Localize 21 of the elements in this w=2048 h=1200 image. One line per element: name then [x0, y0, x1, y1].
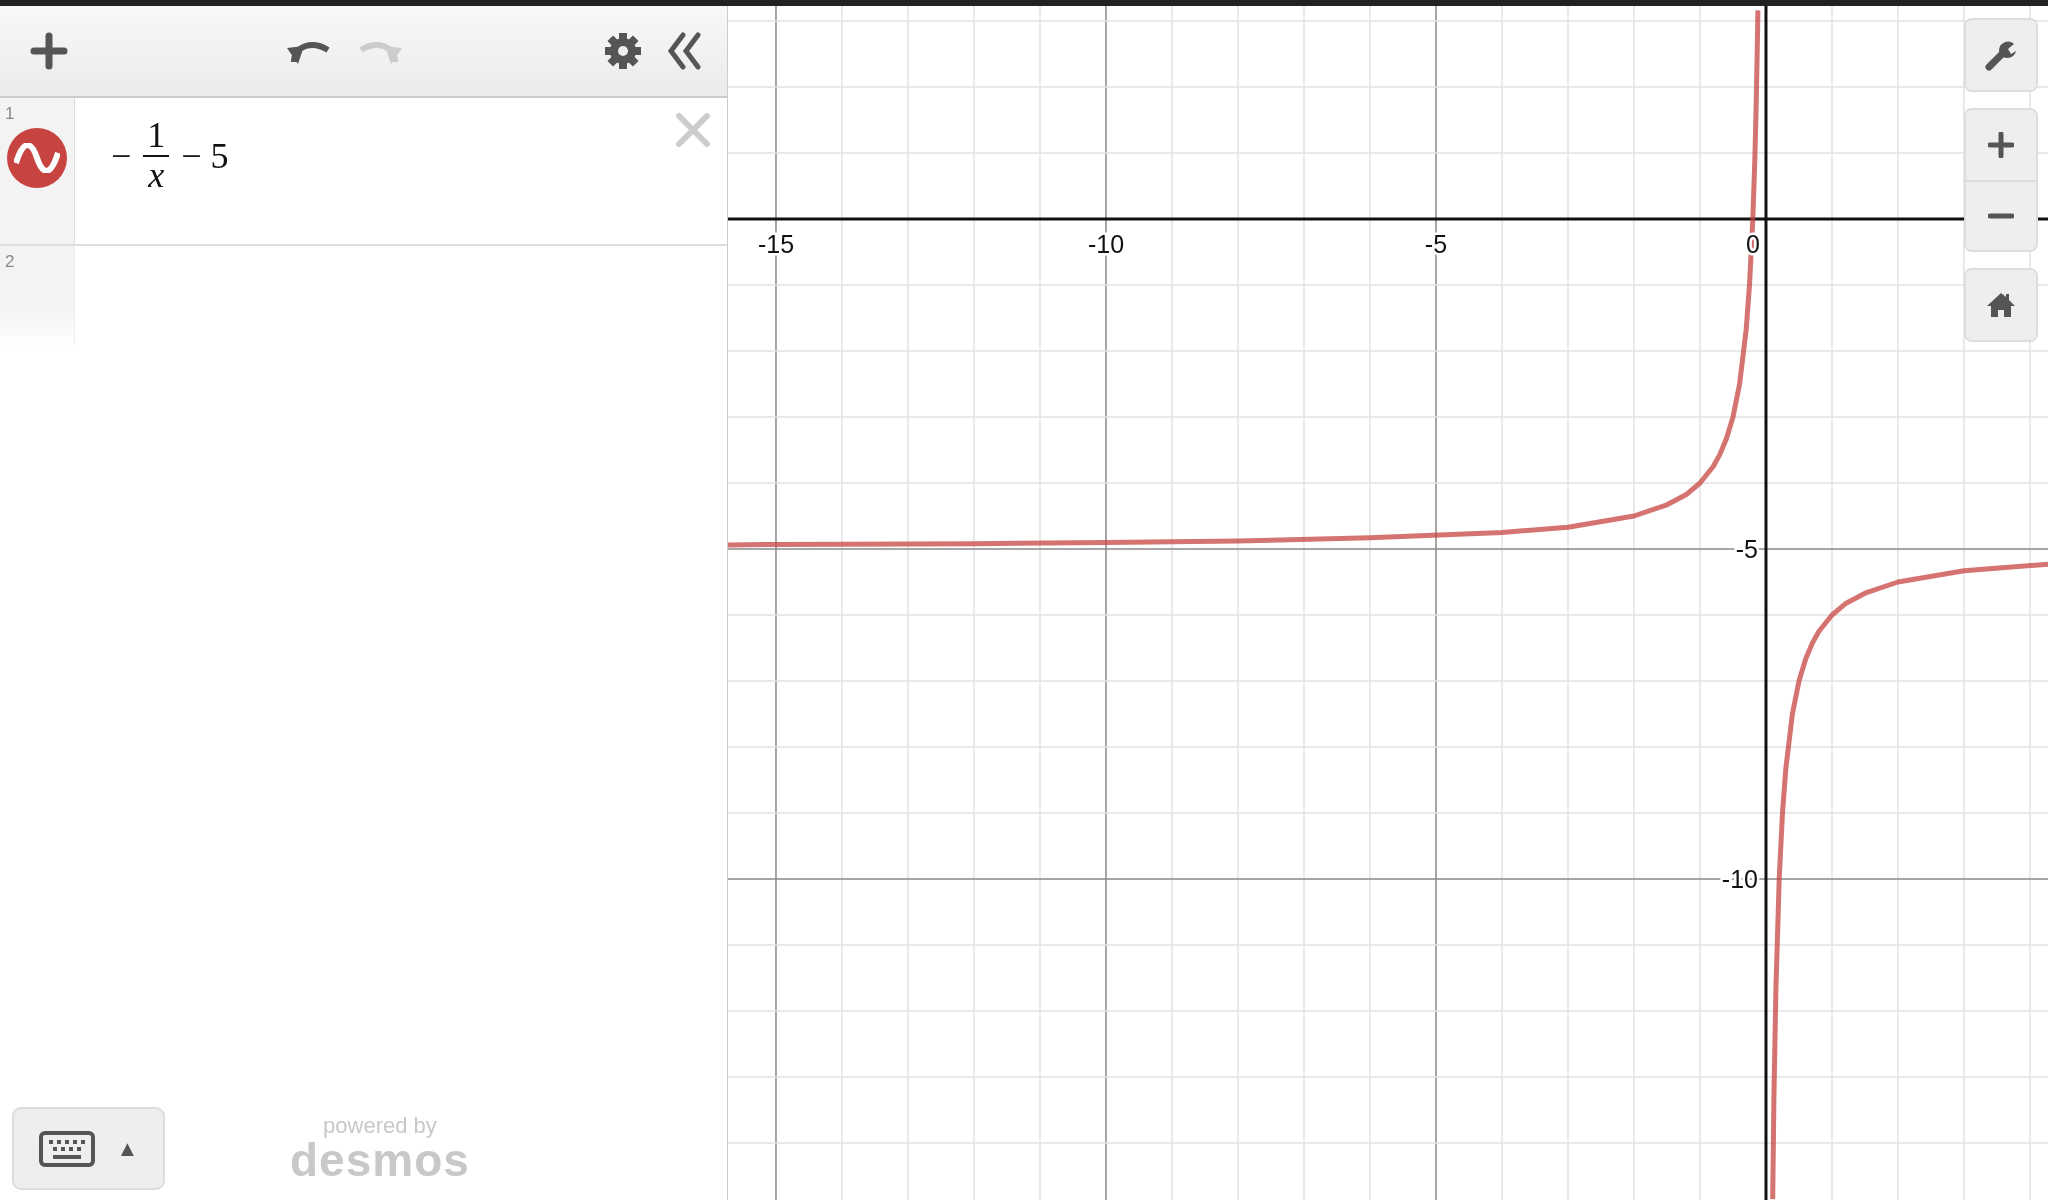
- curve-toggle-icon[interactable]: [7, 128, 67, 188]
- graph-settings-button[interactable]: [1966, 20, 2036, 90]
- wrench-icon: [1985, 39, 2017, 71]
- home-icon: [1986, 292, 2016, 318]
- caret-icon: ▲: [116, 1135, 139, 1162]
- line-number: 1: [5, 104, 15, 124]
- plus-icon: [30, 32, 68, 70]
- keyboard-icon: [38, 1130, 95, 1167]
- keyboard-button[interactable]: ▲: [12, 1107, 165, 1190]
- home-button[interactable]: [1966, 270, 2036, 340]
- double-chevron-icon: [667, 32, 701, 70]
- axis-tick-label: -10: [1721, 865, 1758, 893]
- zoom-out-icon: [1988, 213, 2014, 219]
- line-number: 2: [5, 252, 15, 272]
- axis-tick-label: -5: [1424, 230, 1448, 258]
- axis-tick-label: -10: [1087, 230, 1125, 258]
- axis-tick-label: -5: [1735, 535, 1758, 563]
- gear-icon: [603, 32, 642, 70]
- zoom-out-button[interactable]: [1966, 180, 2036, 250]
- axis-tick-label: -15: [757, 230, 795, 258]
- zoom-in-icon: [1988, 132, 2014, 158]
